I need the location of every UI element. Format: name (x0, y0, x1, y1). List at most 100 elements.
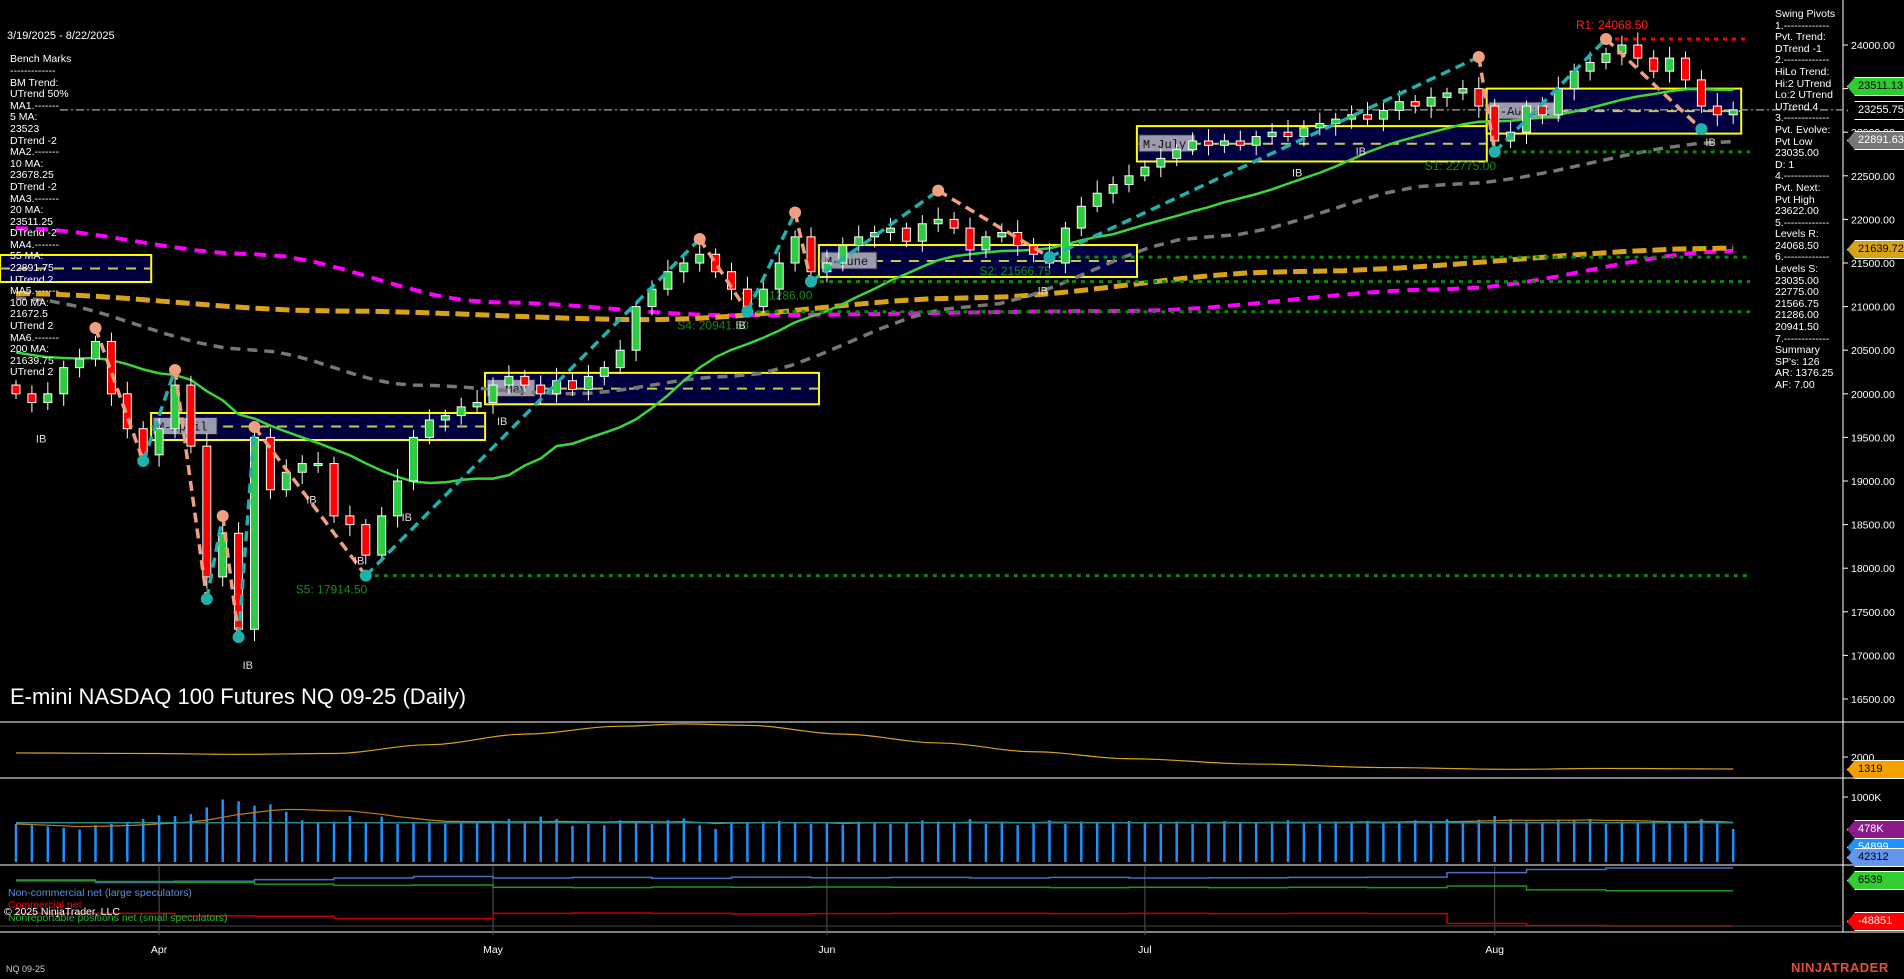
benchmark-line: UTrend 50% (10, 89, 115, 101)
candle-up (1157, 158, 1165, 167)
candle-up (918, 224, 926, 241)
candle-up (1093, 193, 1101, 206)
month-label-jul: Jul (1138, 944, 1151, 956)
candle-up (1602, 54, 1610, 63)
ib-label: IB (736, 320, 746, 332)
legend-large-speculators: Non-commercial net (large speculators) (8, 887, 192, 899)
swing-pivot-line: Swing Pivots (1775, 9, 1835, 21)
pivot-high-marker (249, 421, 261, 433)
level-label: R1: 24068.50 (1576, 18, 1648, 32)
pivot-low-marker (1695, 123, 1707, 135)
candle-down (1284, 132, 1292, 136)
candle-down (1634, 45, 1642, 58)
price-tick-label: 24000.00 (1851, 40, 1895, 52)
candle-up (1570, 71, 1578, 88)
candle-down (1014, 232, 1022, 245)
month-label-apr: Apr (151, 944, 167, 956)
axis-value-tag: 478K (1847, 820, 1904, 839)
candle-down (187, 385, 195, 446)
candle-down (1697, 80, 1705, 106)
candle-down (1491, 106, 1499, 141)
price-tick-label: 16500.00 (1851, 694, 1895, 706)
candle-down (1205, 141, 1213, 145)
benchmark-line: UTrend 2 (10, 367, 115, 379)
month-label-jun: Jun (818, 944, 835, 956)
oscillator-line (16, 724, 1733, 769)
pivot-low-marker (741, 306, 753, 318)
candle-down (203, 446, 211, 577)
month-label-may: May (483, 944, 503, 956)
candle-up (1459, 89, 1467, 93)
benchmarks-panel: 3/19/2025 - 8/22/2025 Bench Marks-------… (10, 8, 115, 379)
candle-up (1268, 132, 1276, 136)
candle-up (1427, 97, 1435, 106)
candle-down (966, 228, 974, 250)
candle-down (362, 525, 370, 556)
level-label: S5: 17914.50 (296, 583, 368, 597)
price-tick-label: 20000.00 (1851, 389, 1895, 401)
candle-up (457, 407, 465, 416)
candle-up (887, 228, 895, 232)
candle-down (1236, 141, 1244, 145)
swing-pivot-line: 20941.50 (1775, 322, 1835, 334)
price-tick-label: 18000.00 (1851, 563, 1895, 575)
swing-pivot-line: Lo:2 UTrend (1775, 90, 1835, 102)
candle-down (28, 394, 36, 403)
price-tick-label: 22500.00 (1851, 171, 1895, 183)
candle-up (410, 437, 418, 481)
candle-up (1061, 228, 1069, 263)
swing-pivot-line: Pvt. Evolve: (1775, 125, 1835, 137)
candle-down (330, 464, 338, 516)
candle-up (473, 403, 481, 407)
swing-pivot-line: AF: 7.00 (1775, 380, 1835, 392)
candle-up (251, 437, 259, 629)
axis-value-tag: 21639.72 (1847, 240, 1904, 259)
candle-up (1173, 150, 1181, 159)
pivot-high-marker (1473, 51, 1485, 63)
price-tick-label: 22000.00 (1851, 214, 1895, 226)
price-tick-label: 19000.00 (1851, 476, 1895, 488)
candle-down (1713, 106, 1721, 115)
pivot-high-marker (1600, 33, 1612, 45)
candle-up (1379, 110, 1387, 119)
ib-label: IB (36, 434, 46, 446)
benchmark-line: 22891.75 (10, 263, 115, 275)
benchmark-line: DTrend -2 (10, 182, 115, 194)
candle-up (1523, 106, 1531, 132)
price-tick-label: 17500.00 (1851, 607, 1895, 619)
candle-down (1682, 58, 1690, 80)
swing-down-line (700, 239, 748, 312)
month-label-aug: Aug (1485, 944, 1504, 956)
candle-up (1141, 167, 1149, 176)
price-tick-label: 17000.00 (1851, 650, 1895, 662)
price-tick-label: 20500.00 (1851, 345, 1895, 357)
price-chart[interactable]: 24000.0023500.0023000.0022500.0022000.00… (0, 0, 1904, 979)
candle-up (775, 263, 783, 289)
candle-up (1252, 137, 1260, 146)
candle-up (1220, 141, 1228, 145)
candle-up (616, 350, 624, 367)
candle-up (584, 376, 592, 389)
candle-up (934, 219, 942, 223)
candle-down (521, 376, 529, 385)
candle-up (632, 307, 640, 351)
swing-pivot-line: Levels S: (1775, 264, 1835, 276)
candle-up (505, 376, 513, 385)
ib-label: IB (1705, 137, 1715, 149)
ib-label: IB (1038, 285, 1048, 297)
cot-large-speculators-line (16, 868, 1733, 883)
candle-up (600, 368, 608, 377)
price-tick-label: 21000.00 (1851, 302, 1895, 314)
pivot-high-marker (169, 364, 181, 376)
pivot-high-marker (932, 185, 944, 197)
candle-down (902, 228, 910, 241)
candle-up (759, 289, 767, 306)
candle-up (1332, 119, 1340, 123)
candle-up (1729, 110, 1737, 115)
chart-title: E-mini NASDAQ 100 Futures NQ 09-25 (Dail… (10, 684, 466, 710)
ib-label: IB (497, 416, 507, 428)
candle-up (489, 385, 497, 402)
benchmark-line: MA2.------- (10, 147, 115, 159)
price-tick-label: 19500.00 (1851, 432, 1895, 444)
swing-pivot-line: Pvt. Next: (1775, 183, 1835, 195)
